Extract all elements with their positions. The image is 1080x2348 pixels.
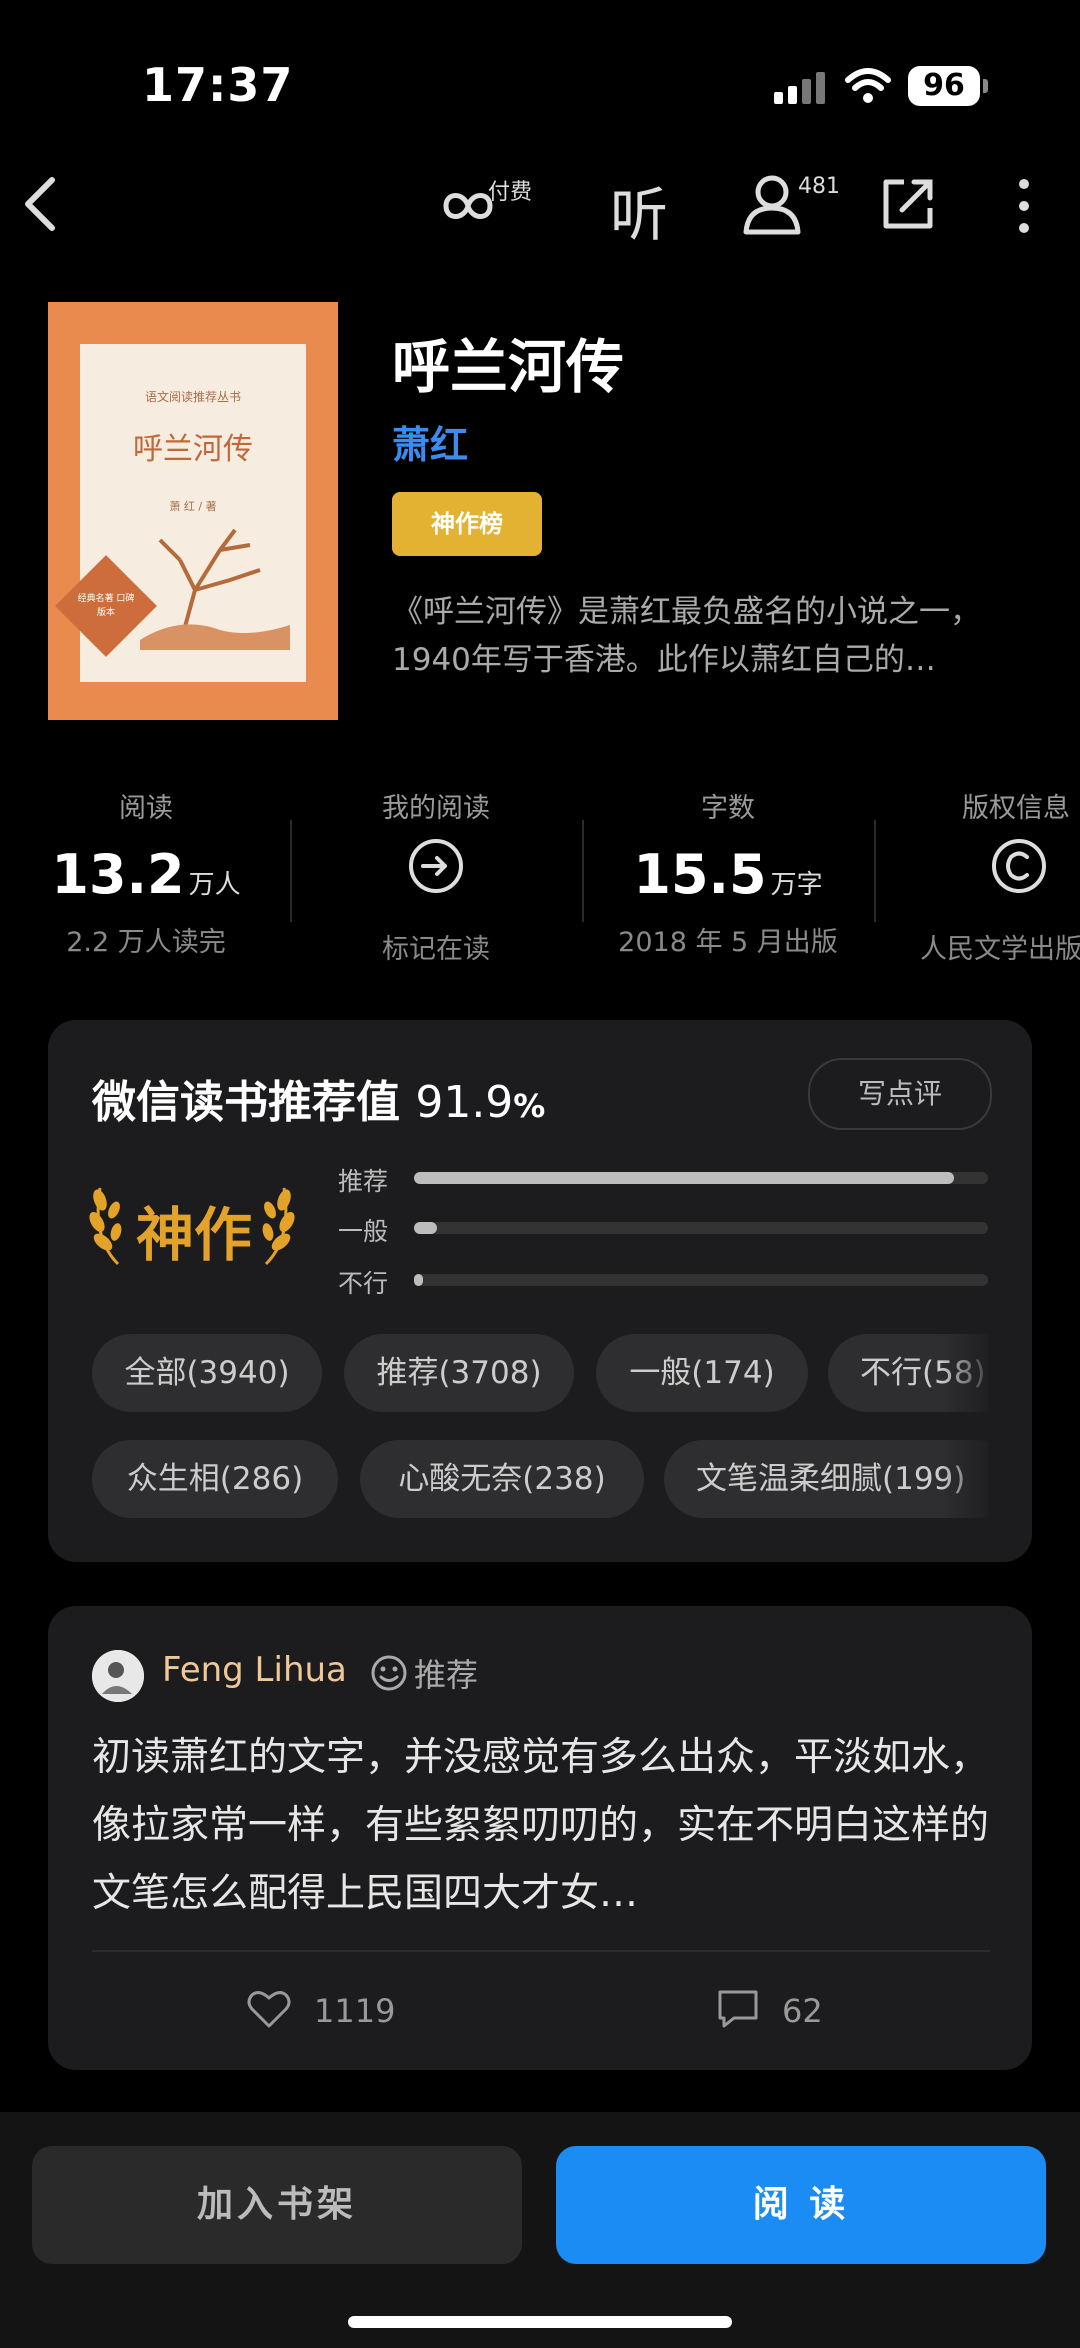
stat-my-reading[interactable]: 我的阅读 标记在读 [290, 786, 582, 966]
listen-paid-button[interactable]: 付费 [436, 174, 546, 234]
paid-label: 付费 [488, 180, 533, 205]
bar-track-recommend [414, 1172, 988, 1184]
stat-label: 版权信息 [962, 793, 1070, 824]
book-description[interactable]: 《呼兰河传》是萧红最负盛名的小说之一，1940年写于香港。此作以萧红自己的… [392, 588, 1032, 684]
stat-reads[interactable]: 阅读 13.2 万人 2.2 万人读完 [0, 786, 292, 959]
stat-value [290, 837, 582, 913]
battery-indicator: 96 [908, 66, 988, 106]
more-icon[interactable] [1012, 178, 1036, 234]
filter-chip-tag[interactable]: 众生相(286) [92, 1440, 338, 1518]
comment-count: 62 [782, 1992, 823, 2030]
write-review-button[interactable]: 写点评 [808, 1058, 992, 1130]
stat-label: 我的阅读 [382, 793, 490, 824]
book-cover[interactable]: 语文阅读推荐丛书 呼兰河传 萧 红 / 著 经典名著 口碑版本 [48, 302, 338, 720]
avatar[interactable] [92, 1650, 144, 1702]
chip-fade [940, 1334, 1000, 1412]
stat-value: 13.2 万人 [51, 843, 241, 906]
chip-fade [940, 1440, 1000, 1518]
stat-sub: 人民文学出版 [920, 934, 1080, 965]
stat-label: 字数 [701, 793, 755, 824]
level-label: 神作 [136, 1201, 253, 1269]
arrow-circle-icon [409, 839, 463, 893]
like-count: 1119 [314, 1992, 396, 2030]
filter-chip-neutral[interactable]: 一般(174) [596, 1334, 808, 1412]
stat-word-count[interactable]: 字数 15.5 万字 2018 年 5 月出版 [582, 786, 874, 959]
rating-percent: 91.9 [415, 1077, 514, 1128]
bar-label-recommend: 推荐 [338, 1167, 389, 1196]
book-author[interactable]: 萧红 [392, 414, 468, 469]
laurel-right-icon [262, 1187, 295, 1266]
stat-sub: 2.2 万人读完 [66, 927, 226, 958]
heart-icon [247, 1991, 291, 2028]
rating-title: 微信读书推荐值 91.9% [92, 1077, 546, 1128]
readers-button[interactable]: 481 [740, 172, 840, 236]
stat-value [874, 837, 1080, 913]
bar-fill [414, 1172, 954, 1184]
bar-fill [414, 1222, 437, 1234]
stat-copyright[interactable]: 版权信息 人民文学出版 [874, 786, 1080, 966]
signal-icon [774, 72, 825, 104]
avatar-image [92, 1650, 144, 1702]
comment-button[interactable]: 62 [716, 1988, 823, 2030]
listen-button[interactable]: 听 [610, 168, 668, 252]
review-text[interactable]: 初读萧红的文字，并没感觉有多么出众，平淡如水，像拉家常一样，有些絮絮叨叨的，实在… [92, 1724, 992, 1928]
wifi-icon [845, 68, 891, 103]
back-icon[interactable] [18, 174, 62, 234]
comment-icon [718, 1990, 758, 2028]
review-divider [92, 1950, 990, 1952]
stat-value: 15.5 万字 [633, 843, 823, 906]
read-button[interactable]: 阅 读 [556, 2146, 1046, 2264]
bar-track-neutral [414, 1222, 988, 1234]
filter-chip-recommend[interactable]: 推荐(3708) [344, 1334, 574, 1412]
book-title: 呼兰河传 [392, 333, 625, 401]
bar-label-bad: 不行 [338, 1269, 389, 1298]
readers-count: 481 [798, 174, 840, 199]
cover-series: 语文阅读推荐丛书 [144, 390, 241, 404]
tree-illustration [140, 528, 290, 650]
person-icon [743, 175, 801, 235]
filter-chip-tag[interactable]: 心酸无奈(238) [360, 1440, 644, 1518]
stat-label: 阅读 [119, 793, 173, 824]
laurel-left-icon [89, 1187, 122, 1266]
stat-sub: 2018 年 5 月出版 [618, 927, 838, 958]
like-button[interactable]: 1119 [246, 1988, 395, 2030]
bar-label-neutral: 一般 [338, 1217, 389, 1246]
rank-badge[interactable]: 神作榜 [392, 492, 542, 556]
status-time: 17:37 [142, 58, 294, 112]
share-icon[interactable] [880, 176, 936, 232]
bar-track-bad [414, 1274, 988, 1286]
add-to-shelf-button[interactable]: 加入书架 [32, 2146, 522, 2264]
bar-fill [414, 1274, 423, 1286]
cover-title: 呼兰河传 [133, 432, 253, 467]
home-indicator[interactable] [348, 2316, 732, 2328]
copyright-icon [992, 839, 1046, 893]
review-tag: 推荐 [370, 1650, 478, 1696]
reviewer-name[interactable]: Feng Lihua [162, 1650, 347, 1690]
stat-sub: 标记在读 [382, 934, 490, 965]
smile-icon [371, 1655, 407, 1691]
filter-chip-all[interactable]: 全部(3940) [92, 1334, 322, 1412]
cover-author: 萧 红 / 著 [169, 500, 217, 513]
